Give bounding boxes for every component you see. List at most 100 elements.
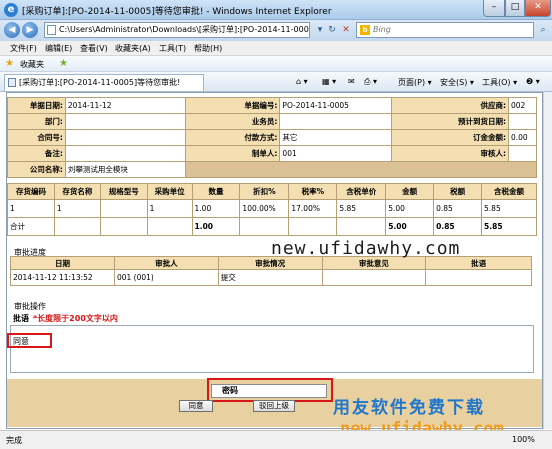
help-menu[interactable]: ❷ ▾ — [526, 77, 540, 86]
order-lines-table: 存货编码 存货名称 规格型号 采购单位 数量 折扣% 税率% 含税单价 金额 税… — [7, 183, 537, 236]
remark-value — [64, 145, 186, 162]
highlight-box — [7, 333, 52, 348]
watermark-brand: 用友软件免费下载 — [333, 398, 485, 418]
close-button[interactable]: ✕ — [525, 0, 551, 17]
return-button[interactable]: 驳回上级 — [253, 400, 295, 412]
cell: 1 — [146, 199, 193, 218]
favorites-star-icon[interactable]: ★ — [5, 58, 14, 69]
refresh-icon[interactable]: ↻ — [325, 23, 339, 37]
feeds-icon[interactable]: ▦ ▾ — [322, 77, 336, 86]
cell: 0.85 — [433, 199, 483, 218]
dept-label: 部门: — [7, 113, 66, 130]
cell: 0.85 — [433, 217, 483, 236]
zoom-level[interactable]: 100% — [512, 435, 535, 444]
table-row: 2014-11-12 11:13:52 001 (001) 提交 — [10, 269, 532, 286]
cell: 合计 — [7, 217, 55, 236]
forward-button[interactable]: ▶ — [22, 22, 38, 38]
doc-date-label: 单据日期: — [7, 97, 66, 114]
back-button[interactable]: ◀ — [4, 22, 20, 38]
stop-icon[interactable]: ✕ — [339, 23, 353, 37]
contract-value — [64, 129, 186, 146]
cell: 提交 — [217, 269, 323, 286]
print-icon[interactable]: ⎙ ▾ — [364, 77, 377, 87]
cell — [99, 199, 148, 218]
vertical-scrollbar[interactable] — [543, 92, 552, 429]
tab-current[interactable]: [采购订单]:[PO-2014-11-0005]等待您审批! — [4, 74, 204, 91]
safety-menu[interactable]: 安全(S) ▾ — [440, 77, 474, 88]
cell: 5.85 — [336, 199, 387, 218]
page-icon — [47, 25, 56, 35]
title-bar: e [采购订单]:[PO-2014-11-0005]等待您审批! - Windo… — [0, 0, 552, 20]
menu-tools[interactable]: 工具(T) — [159, 43, 186, 54]
highlight-box — [207, 378, 333, 402]
address-input[interactable]: C:\Users\Administrator\Downloads\[采购订单]:… — [44, 22, 310, 38]
menu-favorites[interactable]: 收藏夹(A) — [115, 43, 151, 54]
mail-icon[interactable]: ✉ — [348, 77, 355, 86]
menu-view[interactable]: 查看(V) — [80, 43, 108, 54]
cell: 5.85 — [481, 199, 537, 218]
deposit-value: 0.00 — [507, 129, 538, 146]
header-form: 单据日期: 2014-11-12 单据编号: PO-2014-11-0005 供… — [7, 97, 538, 178]
table-row: 1 1 1 1.00 100.00% 17.00% 5.85 5.00 0.85… — [7, 199, 537, 218]
search-icon[interactable]: ⌕ — [536, 23, 550, 37]
lines-header-row: 存货编码 存货名称 规格型号 采购单位 数量 折扣% 税率% 含税单价 金额 税… — [7, 183, 537, 200]
cell — [146, 217, 193, 236]
menu-help[interactable]: 帮助(H) — [194, 43, 222, 54]
page-content: 单据日期: 2014-11-12 单据编号: PO-2014-11-0005 供… — [6, 92, 543, 439]
tab-bar: [采购订单]:[PO-2014-11-0005]等待您审批! ⌂ ▾ ▦ ▾ ✉… — [0, 72, 552, 92]
doc-no-label: 单据编号: — [184, 97, 281, 114]
favorites-label[interactable]: 收藏夹 — [20, 59, 44, 70]
col-spec: 规格型号 — [99, 183, 148, 200]
payment-label: 付款方式: — [184, 129, 281, 146]
company-label: 公司名称: — [7, 161, 66, 178]
tab-page-icon — [8, 78, 16, 87]
cell: 5.00 — [385, 217, 435, 236]
auditor-value — [507, 145, 538, 162]
agree-button[interactable]: 同意 — [179, 400, 213, 412]
col-tax-rate: 税率% — [288, 183, 338, 200]
home-icon[interactable]: ⌂ ▾ — [296, 77, 308, 86]
cell — [99, 217, 148, 236]
col-amount: 金额 — [385, 183, 435, 200]
doc-date-value: 2014-11-12 — [64, 97, 186, 114]
cell: 100.00% — [239, 199, 290, 218]
approval-table: 日期 审批人 审批情况 审批意见 批语 2014-11-12 11:13:52 … — [10, 256, 532, 286]
cell — [239, 217, 290, 236]
address-bar-row: ◀ ▶ C:\Users\Administrator\Downloads\[采购… — [0, 20, 552, 41]
cell — [321, 269, 427, 286]
status-text: 完成 — [6, 436, 22, 445]
cell: 1.00 — [191, 217, 241, 236]
col-unit: 采购单位 — [146, 183, 193, 200]
doc-no-value: PO-2014-11-0005 — [279, 97, 393, 114]
tools-menu[interactable]: 工具(O) ▾ — [482, 77, 517, 88]
deposit-label: 订金金额: — [391, 129, 509, 146]
cell: 001 (001) — [113, 269, 219, 286]
menu-file[interactable]: 文件(F) — [10, 43, 37, 54]
menu-edit[interactable]: 编辑(E) — [45, 43, 72, 54]
ie-logo-icon: e — [4, 3, 18, 17]
supplier-label: 供应商: — [391, 97, 509, 114]
arrival-date-value — [507, 113, 538, 130]
minimize-button[interactable]: – — [483, 0, 505, 17]
col-qty: 数量 — [191, 183, 241, 200]
salesman-value — [279, 113, 393, 130]
favorites-bar: ★ 收藏夹 ★ — [0, 56, 552, 72]
search-input[interactable]: b Bing — [356, 22, 534, 38]
remark-textarea[interactable]: 同意 — [10, 325, 534, 373]
bing-icon: b — [360, 25, 370, 35]
approval-operation-label: 审批操作 — [14, 302, 46, 311]
status-bar: 完成 100% — [0, 430, 552, 449]
window-title: [采购订单]:[PO-2014-11-0005]等待您审批! - Windows… — [22, 7, 332, 17]
cell: 5.00 — [385, 199, 435, 218]
add-favorite-icon[interactable]: ★ — [59, 58, 68, 69]
payment-value: 其它 — [279, 129, 393, 146]
maximize-button[interactable]: □ — [505, 0, 525, 17]
total-row: 合计 1.00 5.00 0.85 5.85 — [7, 217, 537, 236]
cell — [425, 269, 532, 286]
menu-bar: 文件(F) 编辑(E) 查看(V) 收藏夹(A) 工具(T) 帮助(H) — [0, 41, 552, 56]
salesman-label: 业务员: — [184, 113, 281, 130]
page-menu[interactable]: 页面(P) ▾ — [398, 77, 432, 88]
cell: 1 — [53, 199, 101, 218]
cell: 5.85 — [481, 217, 537, 236]
cell: 2014-11-12 11:13:52 — [10, 269, 115, 286]
